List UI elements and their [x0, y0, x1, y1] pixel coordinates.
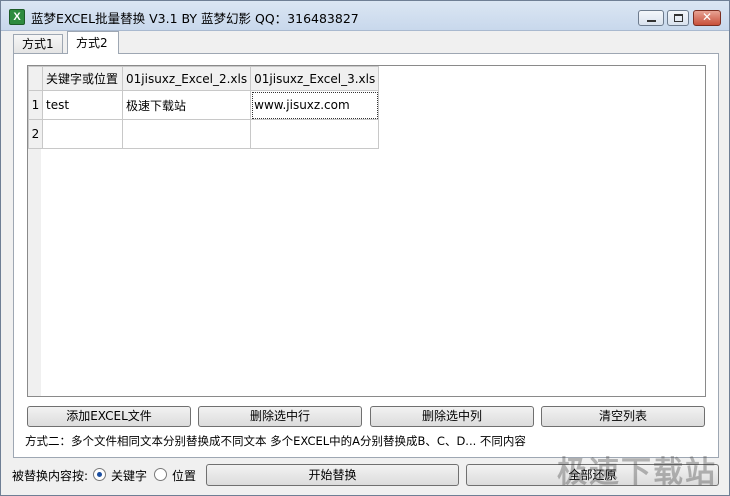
tab-mode-2[interactable]: 方式2: [67, 31, 119, 54]
close-icon: ✕: [701, 10, 713, 24]
table-cell[interactable]: [250, 119, 380, 149]
restore-all-button[interactable]: 全部还原: [466, 464, 719, 486]
radio-keyword-label[interactable]: 关键字: [111, 467, 147, 484]
corner-cell: [28, 66, 43, 91]
maximize-icon: [674, 14, 683, 22]
minimize-button[interactable]: [638, 10, 664, 26]
replace-by-label: 被替换内容按:: [12, 469, 89, 483]
delete-row-button[interactable]: 删除选中行: [198, 406, 362, 427]
table-header-row: 关键字或位置 01jisuxz_Excel_2.xls 01jisuxz_Exc…: [28, 66, 380, 91]
tab-panel-mode-2: 关键字或位置 01jisuxz_Excel_2.xls 01jisuxz_Exc…: [13, 53, 719, 458]
table-cell-selected[interactable]: www.jisuxz.com: [250, 90, 380, 120]
column-header-file-3[interactable]: 01jisuxz_Excel_3.xls: [250, 66, 380, 91]
start-replace-button[interactable]: 开始替换: [206, 464, 459, 486]
mode-description: 方式二：多个文件相同文本分别替换成不同文本 多个EXCEL中的A分别替换成B、C…: [25, 434, 526, 448]
excel-app-icon: X: [9, 9, 25, 25]
table-cell[interactable]: [42, 119, 123, 149]
tab-mode-1[interactable]: 方式1: [13, 34, 63, 54]
replace-table: 关键字或位置 01jisuxz_Excel_2.xls 01jisuxz_Exc…: [28, 66, 380, 149]
column-header-file-2[interactable]: 01jisuxz_Excel_2.xls: [121, 66, 252, 91]
replace-grid[interactable]: 关键字或位置 01jisuxz_Excel_2.xls 01jisuxz_Exc…: [27, 65, 706, 397]
column-header-keyword[interactable]: 关键字或位置: [42, 66, 123, 91]
minimize-icon: [647, 20, 656, 22]
table-cell[interactable]: 极速下载站: [121, 90, 252, 120]
table-row: 1 test 极速下载站 www.jisuxz.com: [28, 90, 380, 120]
title-bar: X 蓝梦EXCEL批量替换 V3.1 BY 蓝梦幻影 QQ：316483827 …: [1, 1, 729, 31]
maximize-button[interactable]: [667, 10, 689, 26]
add-excel-button[interactable]: 添加EXCEL文件: [27, 406, 191, 427]
radio-keyword[interactable]: [93, 468, 106, 481]
table-cell[interactable]: test: [42, 90, 123, 120]
row-header[interactable]: 2: [28, 119, 43, 149]
close-button[interactable]: ✕: [693, 10, 721, 26]
main-window: X 蓝梦EXCEL批量替换 V3.1 BY 蓝梦幻影 QQ：316483827 …: [0, 0, 730, 496]
row-header[interactable]: 1: [28, 90, 43, 120]
delete-column-button[interactable]: 删除选中列: [370, 406, 534, 427]
table-cell[interactable]: [121, 119, 252, 149]
radio-position-label[interactable]: 位置: [172, 467, 196, 484]
table-row: 2: [28, 119, 380, 149]
clear-list-button[interactable]: 清空列表: [541, 406, 705, 427]
window-title: 蓝梦EXCEL批量替换 V3.1 BY 蓝梦幻影 QQ：316483827: [31, 11, 359, 26]
radio-position[interactable]: [154, 468, 167, 481]
